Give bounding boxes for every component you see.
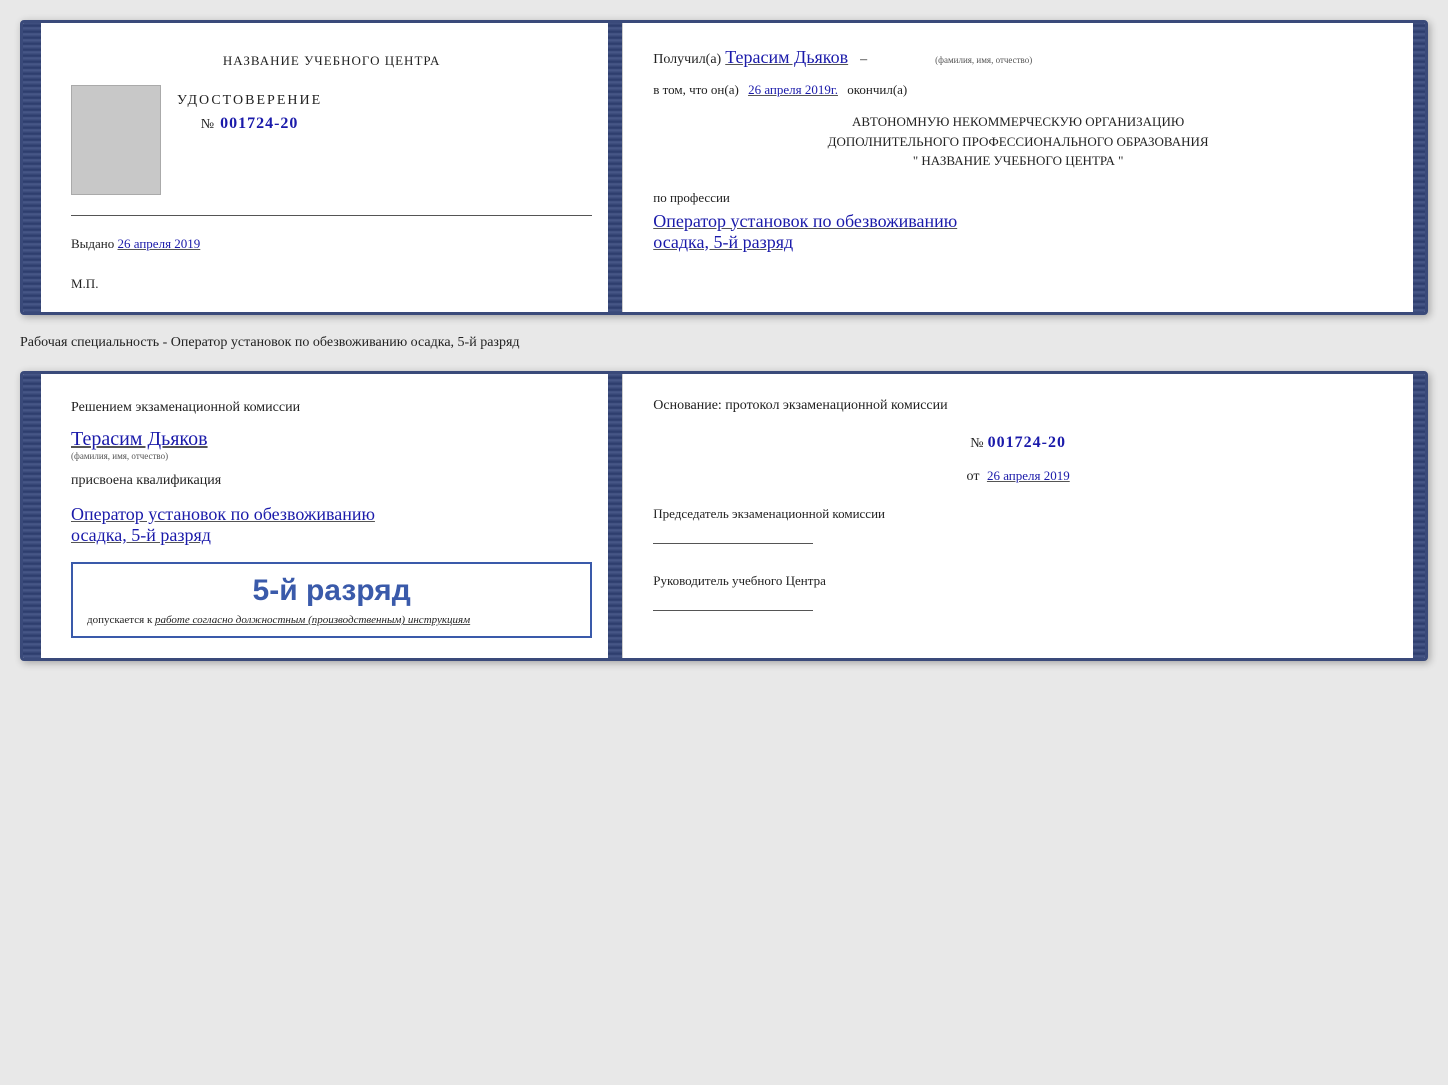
cert-left-panel: НАЗВАНИЕ УЧЕБНОГО ЦЕНТРА УДОСТОВЕРЕНИЕ №… <box>41 23 623 312</box>
cert-issued-section: Выдано 26 апреля 2019 <box>71 236 592 252</box>
cert-org-line1: АВТОНОМНУЮ НЕКОММЕРЧЕСКУЮ ОРГАНИЗАЦИЮ <box>653 112 1383 132</box>
photo-placeholder <box>71 85 161 195</box>
cert-no-prefix: № <box>201 117 216 132</box>
cert-received-line: Получил(а) Терасим Дьяков – (фамилия, им… <box>653 47 1383 68</box>
exam-stamp-box: 5-й разряд допускается к работе согласно… <box>71 562 592 638</box>
cert-right-border <box>1413 23 1425 312</box>
description-line: Рабочая специальность - Оператор установ… <box>20 331 1428 355</box>
cert-profession-label: по профессии <box>653 190 730 205</box>
cert-photo-number-row: УДОСТОВЕРЕНИЕ № 001724-20 <box>71 85 592 195</box>
exam-director-section: Руководитель учебного Центра <box>653 556 1383 611</box>
cert-confirmed-suffix: окончил(а) <box>847 82 907 97</box>
cert-received-prefix: Получил(а) <box>653 52 721 68</box>
exam-protocol-block: № 001724-20 <box>653 434 1383 452</box>
exam-director-signature <box>653 610 813 611</box>
exam-director-title: Руководитель учебного Центра <box>653 572 1383 590</box>
exam-rank-value: осадка, 5-й разряд <box>71 525 592 546</box>
exam-date-block: от 26 апреля 2019 <box>653 468 1383 485</box>
exam-chairman-section: Председатель экзаменационной комиссии <box>653 505 1383 544</box>
exam-chairman-signature <box>653 543 813 544</box>
cert-profession-section: по профессии Оператор установок по обезв… <box>653 189 1383 253</box>
exam-left-right-deco <box>608 374 622 658</box>
cert-profession-value: Оператор установок по обезвоживанию <box>653 211 1383 232</box>
exam-stamp-allowed-italic: работе согласно должностным (производств… <box>155 614 470 626</box>
cert-confirmed-date: 26 апреля 2019г. <box>748 82 838 97</box>
cert-recipient-name: Терасим Дьяков <box>725 47 848 68</box>
certificate-doc-1: НАЗВАНИЕ УЧЕБНОГО ЦЕНТРА УДОСТОВЕРЕНИЕ №… <box>20 20 1428 315</box>
cert-right-panel: Получил(а) Терасим Дьяков – (фамилия, им… <box>623 23 1413 312</box>
exam-right-border <box>1413 374 1425 658</box>
exam-spine-left <box>23 374 41 658</box>
exam-qualification-label: присвоена квалификация <box>71 471 592 491</box>
exam-chairman-title: Председатель экзаменационной комиссии <box>653 505 1383 523</box>
cert-confirmed-line: в том, что он(а) 26 апреля 2019г. окончи… <box>653 82 1383 98</box>
cert-org-line2: ДОПОЛНИТЕЛЬНОГО ПРОФЕССИОНАЛЬНОГО ОБРАЗО… <box>653 132 1383 152</box>
cert-dash: – <box>860 52 867 68</box>
cert-issued-label: Выдано <box>71 236 114 251</box>
exam-recipient-name: Терасим Дьяков <box>71 428 592 451</box>
exam-qualification-block: Оператор установок по обезвоживанию осад… <box>71 500 592 546</box>
exam-protocol-prefix: № <box>970 436 983 451</box>
page-container: НАЗВАНИЕ УЧЕБНОГО ЦЕНТРА УДОСТОВЕРЕНИЕ №… <box>20 20 1428 661</box>
cert-number-value: 001724-20 <box>220 115 298 132</box>
cert-spine-left <box>23 23 41 312</box>
exam-recipient-block: Терасим Дьяков (фамилия, имя, отчество) <box>71 428 592 461</box>
cert-divider-line <box>71 215 592 216</box>
exam-doc: Решением экзаменационной комиссии Тераси… <box>20 371 1428 661</box>
cert-recipient-sublabel: (фамилия, имя, отчество) <box>935 55 1032 65</box>
exam-stamp-allowed-prefix: допускается к <box>87 614 152 626</box>
exam-commission-title: Решением экзаменационной комиссии <box>71 398 592 418</box>
cert-confirmed-prefix: в том, что он(а) <box>653 82 739 97</box>
exam-date-value: 26 апреля 2019 <box>987 468 1070 483</box>
cert-rank-value: осадка, 5-й разряд <box>653 232 1383 253</box>
cert-mp-label: М.П. <box>71 276 592 292</box>
cert-udostoverenie-label: УДОСТОВЕРЕНИЕ <box>177 93 322 109</box>
exam-stamp-rank: 5-й разряд <box>87 574 576 608</box>
cert-org-line3: " НАЗВАНИЕ УЧЕБНОГО ЦЕНТРА " <box>653 151 1383 171</box>
cert-left-right-deco <box>608 23 622 312</box>
cert-number-section: УДОСТОВЕРЕНИЕ № 001724-20 <box>177 93 322 133</box>
exam-left-panel: Решением экзаменационной комиссии Тераси… <box>41 374 623 658</box>
exam-date-prefix: от <box>967 469 980 484</box>
cert-org-block: АВТОНОМНУЮ НЕКОММЕРЧЕСКУЮ ОРГАНИЗАЦИЮ ДО… <box>653 112 1383 171</box>
exam-recipient-sublabel: (фамилия, имя, отчество) <box>71 451 592 461</box>
exam-stamp-allowed: допускается к работе согласно должностны… <box>87 614 576 626</box>
exam-protocol-number: 001724-20 <box>988 434 1066 451</box>
cert-issued-date: 26 апреля 2019 <box>118 236 201 251</box>
exam-right-panel: Основание: протокол экзаменационной коми… <box>623 374 1413 658</box>
exam-basis-label: Основание: протокол экзаменационной коми… <box>653 398 1383 414</box>
exam-qualification-value: Оператор установок по обезвоживанию <box>71 504 592 525</box>
cert-center-title: НАЗВАНИЕ УЧЕБНОГО ЦЕНТРА <box>71 53 592 69</box>
